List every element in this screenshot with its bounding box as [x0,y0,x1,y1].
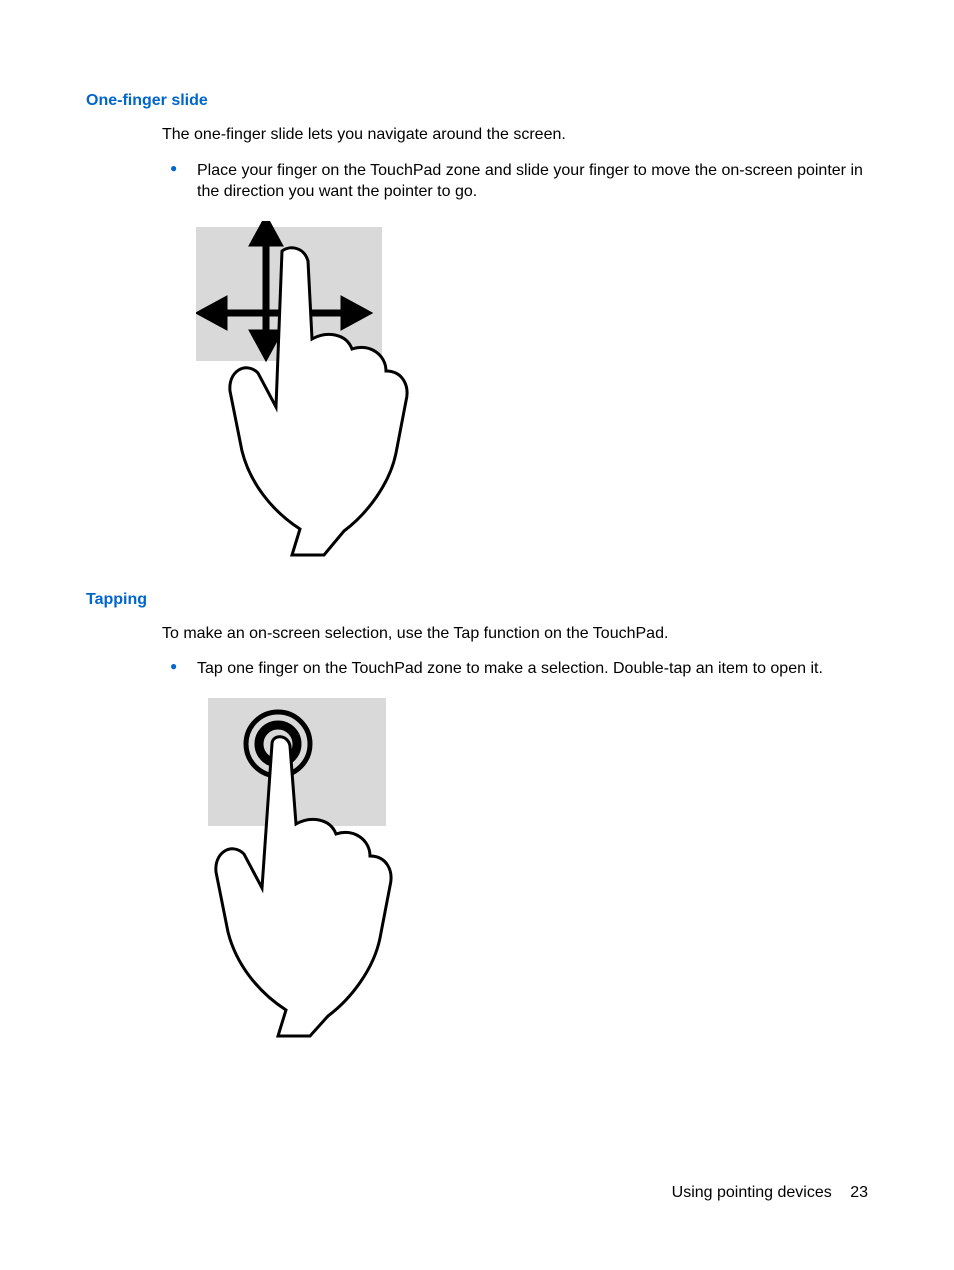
section-tapping: Tapping To make an on-screen selection, … [86,591,868,1038]
tapping-icon [196,698,406,1038]
page-number: 23 [850,1184,868,1201]
bullet-item: Tap one finger on the TouchPad zone to m… [162,658,868,680]
section-one-finger-slide: One-finger slide The one-finger slide le… [86,92,868,561]
heading-one-finger-slide: One-finger slide [86,92,868,110]
intro-text: To make an on-screen selection, use the … [162,623,868,645]
heading-tapping: Tapping [86,591,868,609]
page-footer: Using pointing devices 23 [672,1184,868,1202]
intro-text: The one-finger slide lets you navigate a… [162,124,868,146]
figure-tapping [196,698,868,1038]
figure-one-finger-slide [196,221,868,561]
bullet-item: Place your finger on the TouchPad zone a… [162,160,868,203]
footer-section-label: Using pointing devices [672,1184,832,1201]
one-finger-slide-icon [196,221,416,561]
